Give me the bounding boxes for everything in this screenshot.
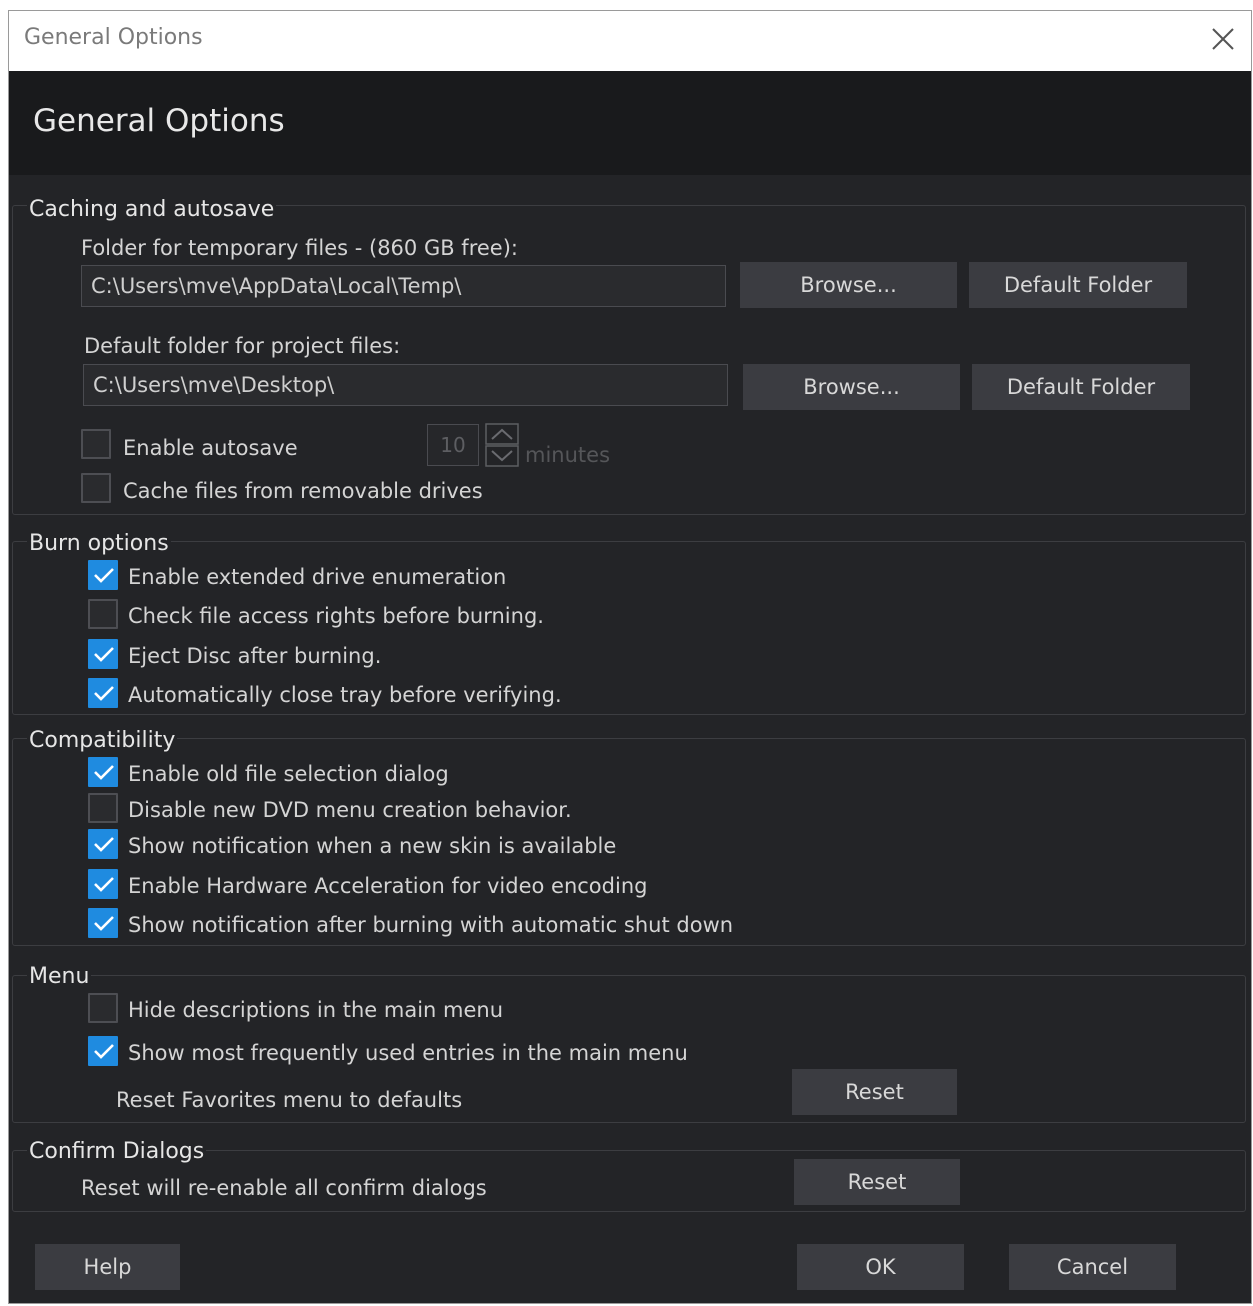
burn-option-label-2: Eject Disc after burning. [128,644,382,668]
checkmark-icon [94,916,114,931]
caching-group-title: Caching and autosave [27,197,277,223]
reset-confirm-dialogs-button[interactable]: Reset [794,1159,960,1205]
menu-option-checkbox-1[interactable] [88,1036,118,1066]
checkmark-icon [94,647,114,662]
temp-folder-label: Folder for temporary files - (860 GB fre… [81,236,518,260]
burn-option-label-3: Automatically close tray before verifyin… [128,683,562,707]
autosave-label: Enable autosave [123,436,298,460]
removable-drives-checkbox[interactable] [81,473,111,503]
burn-option-checkbox-1[interactable] [88,599,118,629]
compat-option-label-0: Enable old file selection dialog [128,762,449,786]
checkmark-icon [94,765,114,780]
confirm-dialogs-label: Reset will re-enable all confirm dialogs [81,1176,487,1200]
compat-option-checkbox-3[interactable] [88,869,118,899]
reset-favorites-button[interactable]: Reset [792,1069,957,1115]
menu-option-label-0: Hide descriptions in the main menu [128,998,504,1022]
checkmark-icon [94,1044,114,1059]
up-down-arrows-icon [485,423,519,467]
temp-browse-button[interactable]: Browse... [740,262,957,308]
removable-drives-label: Cache files from removable drives [123,479,483,503]
burn-option-checkbox-2[interactable] [88,639,118,669]
compat-option-checkbox-2[interactable] [88,829,118,859]
project-folder-label: Default folder for project files: [84,334,401,358]
title-bar: General Options [9,11,1251,71]
checkmark-icon [94,837,114,852]
burn-group-title: Burn options [27,531,171,557]
autosave-checkbox[interactable] [81,429,111,459]
burn-option-checkbox-3[interactable] [88,678,118,708]
minutes-label: minutes [525,443,611,467]
checkmark-icon [94,877,114,892]
compat-group-title: Compatibility [27,728,178,754]
confirm-group-title: Confirm Dialogs [27,1139,207,1165]
page-title: General Options [33,103,285,139]
burn-option-checkbox-0[interactable] [88,560,118,590]
compat-option-checkbox-4[interactable] [88,908,118,938]
ok-button[interactable]: OK [797,1244,964,1290]
temp-default-folder-button[interactable]: Default Folder [969,262,1187,308]
menu-option-checkbox-0[interactable] [88,993,118,1023]
project-default-folder-button[interactable]: Default Folder [972,364,1190,410]
compat-option-checkbox-1[interactable] [88,793,118,823]
compat-option-checkbox-0[interactable] [88,757,118,787]
project-folder-field[interactable]: C:\Users\mve\Desktop\ [83,364,728,406]
compat-option-label-3: Enable Hardware Acceleration for video e… [128,874,648,898]
reset-favorites-label: Reset Favorites menu to defaults [116,1088,463,1112]
general-options-window: General Options General Options Caching … [8,10,1252,1304]
burn-option-label-1: Check file access rights before burning. [128,604,544,628]
checkmark-icon [94,568,114,583]
temp-folder-field[interactable]: C:\Users\mve\AppData\Local\Temp\ [81,265,726,307]
autosave-minutes-input: 10 [427,424,479,466]
menu-option-label-1: Show most frequently used entries in the… [128,1041,688,1065]
page-header: General Options [9,71,1251,175]
help-button[interactable]: Help [35,1244,180,1290]
compat-option-label-2: Show notification when a new skin is ava… [128,834,617,858]
compat-option-label-4: Show notification after burning with aut… [128,913,734,937]
window-title: General Options [24,25,203,50]
checkmark-icon [94,686,114,701]
menu-group-title: Menu [27,964,92,990]
project-browse-button[interactable]: Browse... [743,364,960,410]
cancel-button[interactable]: Cancel [1009,1244,1176,1290]
burn-option-label-0: Enable extended drive enumeration [128,565,507,589]
compat-option-label-1: Disable new DVD menu creation behavior. [128,798,572,822]
close-icon[interactable] [1209,25,1237,53]
